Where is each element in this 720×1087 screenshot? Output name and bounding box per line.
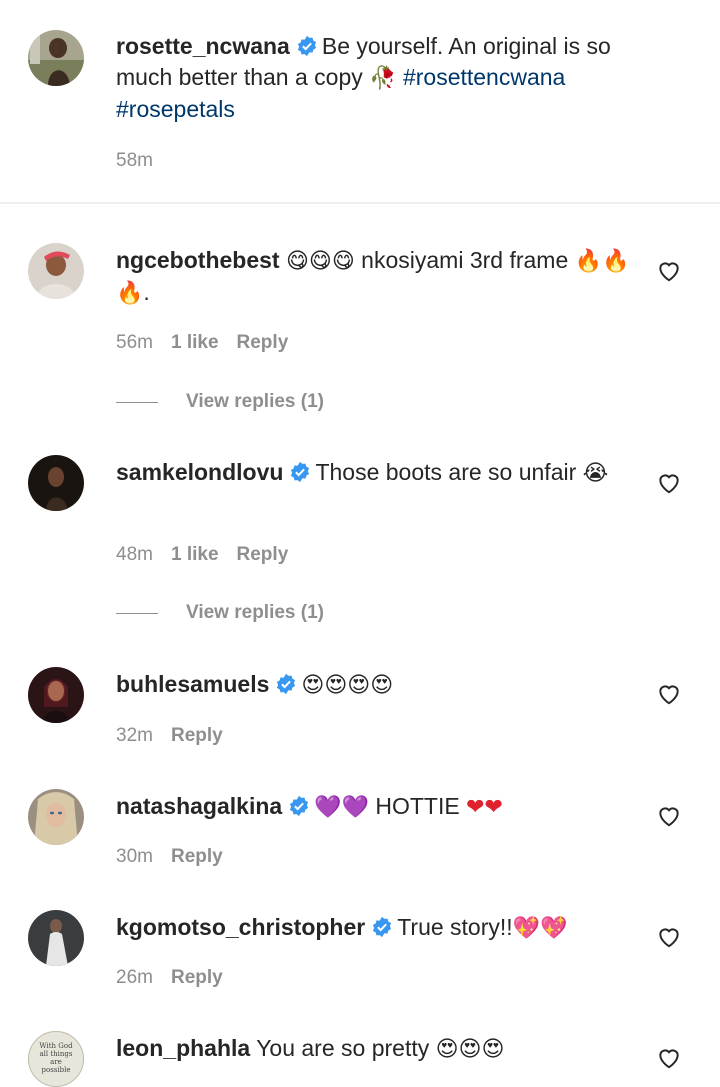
avatar[interactable] (28, 910, 84, 966)
avatar[interactable] (28, 667, 84, 723)
comment-username[interactable]: kgomotso_christopher (116, 914, 365, 940)
timestamp: 32m (116, 725, 153, 746)
reply-button[interactable]: Reply (171, 967, 223, 988)
comment-username[interactable]: leon_phahla (116, 1035, 250, 1061)
comment-text: buhlesamuels 😍😍😍😍 (116, 669, 631, 701)
verified-icon (291, 461, 310, 483)
timestamp: 30m (116, 846, 153, 867)
avatar[interactable] (28, 243, 84, 299)
heart-icon[interactable] (656, 924, 682, 950)
comment-username[interactable]: samkelondlovu (116, 459, 283, 485)
comment-text: natashagalkina 💜💜 HOTTIE ❤❤ (116, 791, 631, 823)
comment-username[interactable]: buhlesamuels (116, 671, 269, 697)
like-count[interactable]: 1 like (171, 544, 219, 565)
timestamp: 56m (116, 332, 153, 353)
comment-meta: 56m 1 like Reply (116, 332, 306, 354)
verified-icon (290, 795, 309, 817)
view-replies-button[interactable]: View replies (1) (116, 602, 324, 624)
comment-body: True story!! (397, 914, 513, 940)
avatar-image-text: With God all things are possible (39, 1042, 73, 1074)
heart-icon[interactable] (656, 803, 682, 829)
divider (116, 612, 158, 614)
comment-meta: 32m Reply (116, 725, 241, 747)
comment-body: HOTTIE (375, 793, 460, 819)
comment-text: samkelondlovu Those boots are so unfair 😭 (116, 457, 631, 489)
comment-meta: 30m Reply (116, 846, 241, 868)
heart-eyes-emoji: 😍😍😍 (435, 1037, 505, 1062)
comment-body: You are so pretty (256, 1035, 430, 1061)
caption-username[interactable]: rosette_ncwana (116, 33, 290, 59)
timestamp: 26m (116, 967, 153, 988)
comment-meta: 26m Reply (116, 967, 241, 989)
crying-emoji: 😭 (582, 461, 609, 486)
divider (116, 401, 158, 403)
reply-button[interactable]: Reply (171, 725, 223, 746)
verified-icon (277, 673, 296, 695)
avatar[interactable] (28, 789, 84, 845)
verified-icon (373, 916, 392, 938)
comment-emoji: 😋😋😋 (285, 249, 355, 274)
caption-text: rosette_ncwana Be yourself. An original i… (116, 31, 631, 125)
comment-body: nkosiyami 3rd frame (361, 247, 569, 273)
like-count[interactable]: 1 like (171, 332, 219, 353)
comment-meta: 48m 1 like Reply (116, 544, 306, 566)
comment-tail: . (143, 279, 150, 305)
red-heart-emoji: ❤❤ (466, 795, 503, 820)
post-caption: rosette_ncwana Be yourself. An original i… (0, 0, 720, 203)
heart-icon[interactable] (656, 681, 682, 707)
heart-icon[interactable] (656, 258, 682, 284)
view-replies-label: View replies (1) (186, 602, 324, 623)
comment-text: kgomotso_christopher True story!!💖💖 (116, 912, 631, 944)
heart-icon[interactable] (656, 1045, 682, 1071)
comment-username[interactable]: ngcebothebest (116, 247, 280, 273)
heart-eyes-emoji: 😍😍😍😍 (301, 673, 394, 698)
view-replies-label: View replies (1) (186, 391, 324, 412)
reply-button[interactable]: Reply (237, 544, 289, 565)
wilted-rose-emoji: 🥀 (369, 66, 397, 91)
sparkling-heart-emoji: 💖💖 (512, 916, 568, 941)
reply-button[interactable]: Reply (237, 332, 289, 353)
hashtag-link[interactable]: #rosettencwana (403, 64, 565, 90)
caption-meta: 58m (116, 150, 171, 172)
purple-heart-emoji: 💜💜 (314, 795, 369, 820)
verified-icon (297, 35, 316, 57)
view-replies-button[interactable]: View replies (1) (116, 391, 324, 413)
reply-button[interactable]: Reply (171, 846, 223, 867)
divider (0, 202, 720, 204)
comment-text: leon_phahla You are so pretty 😍😍😍 (116, 1033, 631, 1065)
avatar[interactable] (28, 30, 84, 86)
hashtag-link[interactable]: #rosepetals (116, 96, 235, 122)
timestamp: 48m (116, 544, 153, 565)
timestamp: 58m (116, 150, 153, 171)
avatar[interactable] (28, 455, 84, 511)
comment-text: ngcebothebest 😋😋😋 nkosiyami 3rd frame 🔥🔥… (116, 245, 631, 309)
heart-icon[interactable] (656, 470, 682, 496)
comment-username[interactable]: natashagalkina (116, 793, 282, 819)
comment-body: Those boots are so unfair (315, 459, 577, 485)
avatar[interactable]: With God all things are possible (28, 1031, 84, 1087)
